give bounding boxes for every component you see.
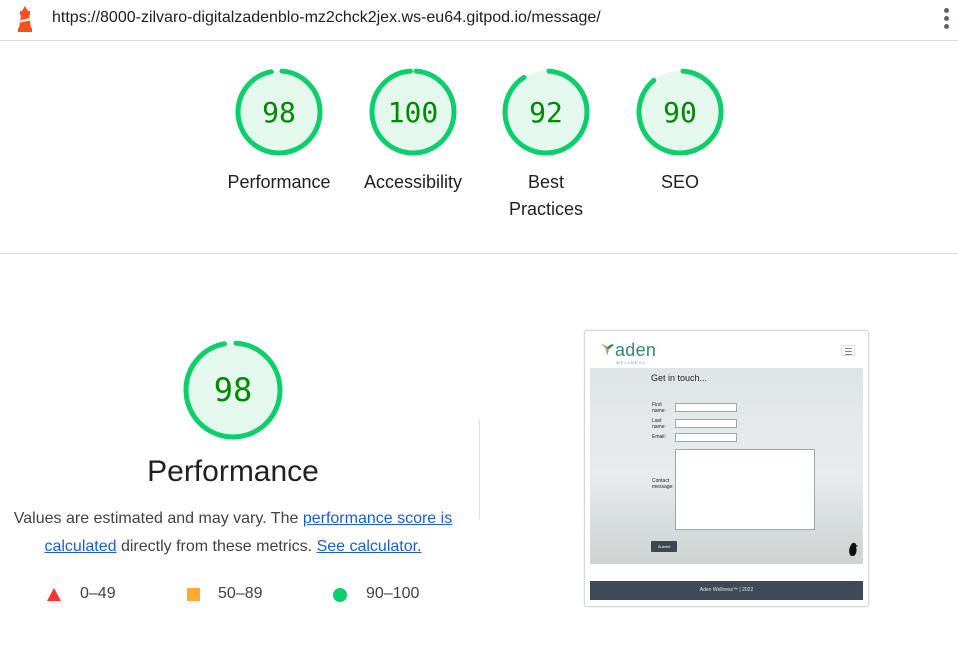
square-icon	[187, 588, 200, 601]
gauge-ring: 92	[502, 68, 590, 156]
hamburger-icon	[841, 345, 855, 356]
thumb-contact-form: Get in touch... First name: Last name: E…	[590, 368, 863, 564]
legend-range-fail: 0–49	[80, 585, 116, 602]
gauge-performance[interactable]: 98 Performance	[219, 67, 339, 196]
performance-title: Performance	[147, 455, 319, 488]
gauge-score: 92	[529, 96, 563, 129]
gauge-score: 90	[663, 96, 697, 129]
triangle-icon	[47, 588, 61, 601]
section-divider	[479, 419, 480, 519]
gauge-ring: 100	[369, 68, 457, 156]
thumb-header: aden WELLNESS	[585, 331, 868, 368]
gauge-seo[interactable]: 90 SEO	[620, 67, 740, 196]
thumb-email-label: Email:	[652, 434, 666, 440]
thumb-footer: Aden Wellness™ | 2022	[590, 581, 863, 600]
thumb-heading: Get in touch...	[651, 373, 708, 383]
gauge-score: 100	[388, 96, 439, 129]
thumb-email-field	[675, 433, 737, 442]
gauge-accessibility[interactable]: 100 Accessibility	[353, 67, 473, 196]
performance-score: 98	[214, 371, 253, 409]
legend-range-average: 50–89	[218, 585, 263, 602]
gauge-label: Accessibility	[363, 172, 463, 192]
final-screenshot[interactable]: aden WELLNESS Get in touch... First name…	[584, 330, 869, 607]
gauge-ring: 98	[235, 68, 323, 156]
thumb-submit-button: Submit	[651, 541, 677, 552]
thumb-message-label: Contact message:	[652, 478, 674, 490]
hummingbird-logo-icon	[601, 343, 614, 356]
lighthouse-icon	[14, 6, 36, 32]
performance-section: 98 Performance Values are estimated and …	[0, 255, 958, 660]
thumb-brand: aden	[615, 340, 657, 360]
performance-description: Values are estimated and may vary. The p…	[4, 505, 462, 561]
gauge-score: 98	[262, 96, 296, 129]
page-url[interactable]: https://8000-zilvaro-digitalzadenblo-mz2…	[52, 9, 601, 27]
desc-text: Values are estimated and may vary. The	[13, 510, 303, 527]
gauge-label: Best Practices	[508, 172, 584, 219]
gauge-label: SEO	[660, 172, 699, 192]
score-gauges: 98 Performance 100 Accessibility 92 Best…	[0, 41, 958, 254]
kebab-menu-icon[interactable]	[941, 6, 953, 32]
gauge-label: Performance	[227, 172, 331, 192]
see-calculator-link[interactable]: See calculator.	[317, 538, 422, 555]
circle-icon	[333, 588, 347, 602]
thumb-last-name-field	[675, 419, 737, 428]
score-legend: 0–49 50–89 90–100	[0, 585, 470, 605]
thumb-last-name-label: Last name:	[652, 418, 666, 430]
gauge-ring: 90	[636, 68, 724, 156]
thumb-first-name-label: First name:	[652, 402, 666, 414]
performance-gauge: 98	[183, 340, 283, 440]
legend-range-pass: 90–100	[366, 585, 420, 602]
thumb-brand-sub: WELLNESS	[616, 360, 646, 365]
bird-icon	[849, 542, 858, 556]
gauge-best-practices[interactable]: 92 Best Practices	[486, 67, 606, 223]
thumb-message-field	[675, 449, 815, 530]
thumb-first-name-field	[675, 403, 737, 412]
address-bar: https://8000-zilvaro-digitalzadenblo-mz2…	[0, 0, 958, 41]
desc-text: directly from these metrics.	[116, 538, 317, 555]
